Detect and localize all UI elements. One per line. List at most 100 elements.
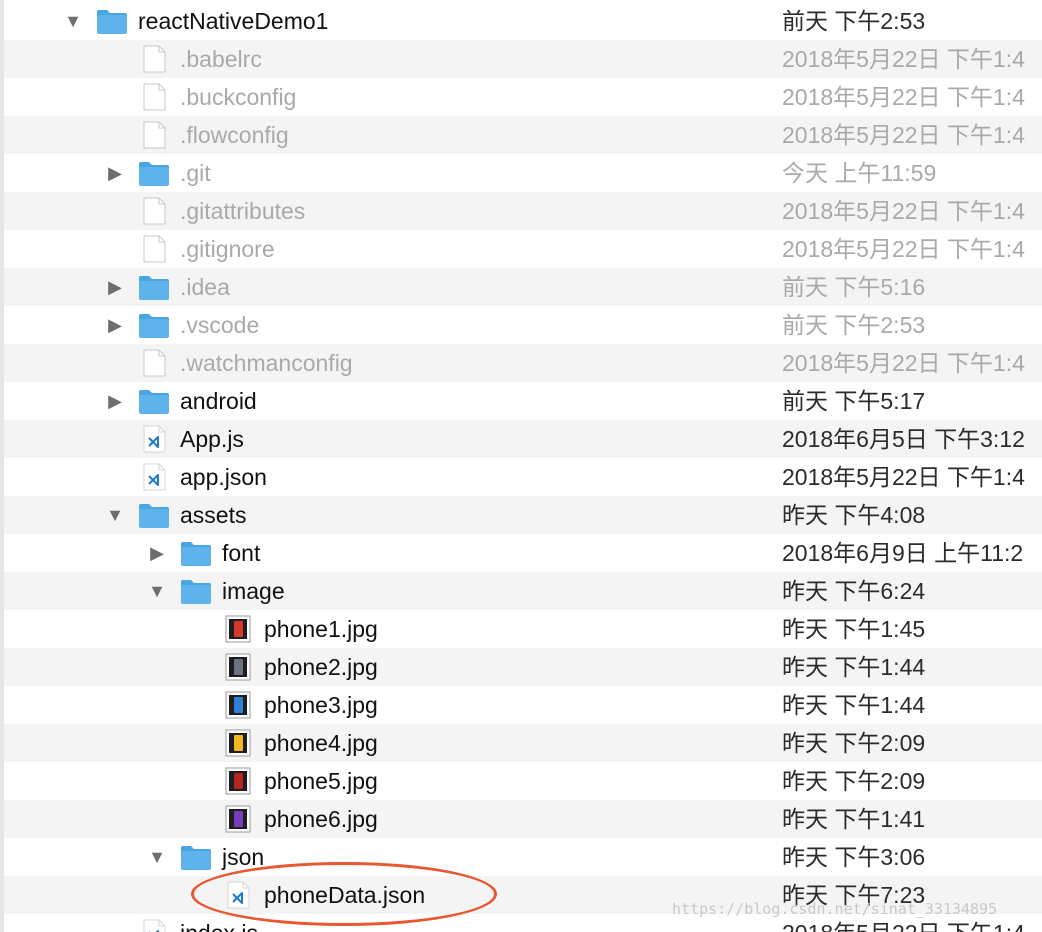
file-row[interactable]: ▼ json 昨天 下午3:06 [4,838,1042,876]
date-modified: 昨天 下午1:44 [782,654,926,680]
folder-icon [180,577,212,605]
date-modified: 2018年5月22日 下午1:4 [782,236,1025,262]
disclosure-triangle-down-icon[interactable]: ▼ [146,581,168,601]
file-row[interactable]: phone5.jpg 昨天 下午2:09 [4,762,1042,800]
folder-icon [138,387,170,415]
folder-icon [138,273,170,301]
vscode-file-icon [222,881,254,909]
file-name: .idea [180,274,230,300]
file-name: .gitattributes [180,198,306,224]
file-name: phone1.jpg [264,616,378,642]
date-modified: 昨天 下午3:06 [782,844,926,870]
date-modified: 前天 下午2:53 [782,312,926,338]
date-modified: 昨天 下午2:09 [782,768,926,794]
finder-list-view: ▼ reactNativeDemo1 前天 下午2:53 .babelrc 2018年5… [0,0,1042,932]
document-icon [138,349,170,377]
folder-icon [180,539,212,567]
image-thumbnail-icon [222,691,254,719]
date-modified: 前天 下午5:16 [782,274,926,300]
date-modified: 昨天 下午1:41 [782,806,926,832]
file-name: phone4.jpg [264,730,378,756]
file-name: image [222,578,285,604]
date-modified: 2018年5月22日 下午1:4 [782,350,1025,376]
file-name: .buckconfig [180,84,297,110]
date-modified: 昨天 下午6:24 [782,578,926,604]
file-row[interactable]: ▼ image 昨天 下午6:24 [4,572,1042,610]
file-name: android [180,388,257,414]
file-row[interactable]: phone3.jpg 昨天 下午1:44 [4,686,1042,724]
file-name: assets [180,502,247,528]
file-row[interactable]: phone4.jpg 昨天 下午2:09 [4,724,1042,762]
file-row[interactable]: .watchmanconfig 2018年5月22日 下午1:4 [4,344,1042,382]
date-modified: 昨天 下午1:45 [782,616,926,642]
folder-icon [138,311,170,339]
file-row[interactable]: .gitignore 2018年5月22日 下午1:4 [4,230,1042,268]
disclosure-triangle-right-icon[interactable]: ▶ [104,315,126,335]
file-row[interactable]: app.json 2018年5月22日 下午1:4 [4,458,1042,496]
date-modified: 2018年6月9日 上午11:2 [782,540,1024,566]
file-name: .watchmanconfig [180,350,353,376]
file-name: phone5.jpg [264,768,378,794]
file-name: index.js [180,914,258,932]
image-thumbnail-icon [222,767,254,795]
date-modified: 前天 下午2:53 [782,8,926,34]
file-name: font [222,540,261,566]
image-thumbnail-icon [222,729,254,757]
image-thumbnail-icon [222,615,254,643]
file-row[interactable]: .buckconfig 2018年5月22日 下午1:4 [4,78,1042,116]
disclosure-triangle-down-icon[interactable]: ▼ [104,505,126,525]
document-icon [138,83,170,111]
date-modified: 2018年5月22日 下午1:4 [782,198,1025,224]
document-icon [138,121,170,149]
date-modified: 今天 上午11:59 [782,160,937,186]
disclosure-triangle-right-icon[interactable]: ▶ [104,163,126,183]
file-row[interactable]: ▶ .idea 前天 下午5:16 [4,268,1042,306]
file-name: App.js [180,426,244,452]
file-row[interactable]: phone6.jpg 昨天 下午1:41 [4,800,1042,838]
image-thumbnail-icon [222,805,254,833]
file-name: phone6.jpg [264,806,378,832]
vscode-file-icon [138,463,170,491]
date-modified: 昨天 下午2:09 [782,730,926,756]
disclosure-triangle-right-icon[interactable]: ▶ [104,391,126,411]
file-row[interactable]: .babelrc 2018年5月22日 下午1:4 [4,40,1042,78]
file-row[interactable]: ▶ .vscode 前天 下午2:53 [4,306,1042,344]
file-row[interactable]: ▶ font 2018年6月9日 上午11:2 [4,534,1042,572]
date-modified: 2018年5月22日 下午1:4 [782,46,1025,72]
document-icon [138,235,170,263]
file-name: reactNativeDemo1 [138,8,329,34]
file-name: json [222,844,265,870]
folder-icon [96,7,128,35]
date-modified: 昨天 下午4:08 [782,502,926,528]
watermark: https://blog.csdn.net/sinat_33134895 [672,900,998,918]
disclosure-triangle-right-icon[interactable]: ▶ [104,277,126,297]
vscode-file-icon [138,425,170,453]
file-name: .vscode [180,312,260,338]
folder-icon [138,159,170,187]
date-modified: 2018年5月22日 下午1:4 [782,84,1025,110]
file-name: .babelrc [180,46,262,72]
file-row[interactable]: .flowconfig 2018年5月22日 下午1:4 [4,116,1042,154]
file-row[interactable]: .gitattributes 2018年5月22日 下午1:4 [4,192,1042,230]
vscode-file-icon [138,919,170,932]
file-row[interactable]: ▼ assets 昨天 下午4:08 [4,496,1042,534]
file-row[interactable]: phone2.jpg 昨天 下午1:44 [4,648,1042,686]
disclosure-triangle-down-icon[interactable]: ▼ [146,847,168,867]
file-name: phoneData.json [264,882,426,908]
file-row[interactable]: App.js 2018年6月5日 下午3:12 [4,420,1042,458]
document-icon [138,197,170,225]
document-icon [138,45,170,73]
file-name: app.json [180,464,267,490]
file-row[interactable]: ▼ reactNativeDemo1 前天 下午2:53 [4,2,1042,40]
disclosure-triangle-right-icon[interactable]: ▶ [146,543,168,563]
disclosure-triangle-down-icon[interactable]: ▼ [62,11,84,31]
file-row[interactable]: ▶ .git 今天 上午11:59 [4,154,1042,192]
image-thumbnail-icon [222,653,254,681]
file-row[interactable]: phone1.jpg 昨天 下午1:45 [4,610,1042,648]
file-name: .flowconfig [180,122,289,148]
date-modified: 前天 下午5:17 [782,388,926,414]
date-modified: 昨天 下午1:44 [782,692,926,718]
folder-icon [138,501,170,529]
file-row[interactable]: ▶ android 前天 下午5:17 [4,382,1042,420]
date-modified: 2018年5月22日 下午1:4 [782,122,1025,148]
